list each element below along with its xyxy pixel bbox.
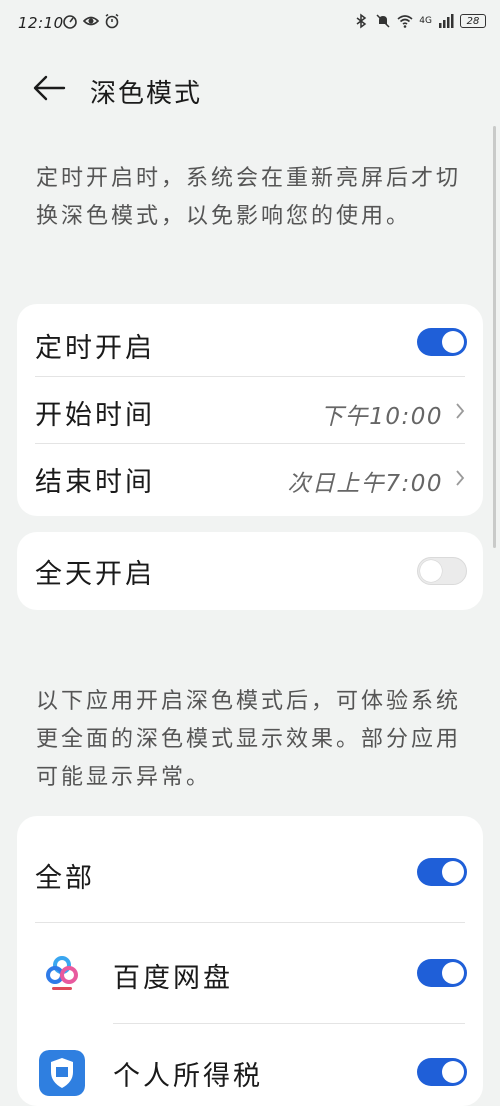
page-title: 深色模式 — [90, 79, 203, 109]
personal-tax-icon — [39, 1050, 85, 1096]
chevron-right-icon — [456, 403, 465, 419]
back-arrow-icon — [33, 75, 66, 101]
schedule-enable-toggle[interactable] — [417, 328, 467, 356]
chevron-right-icon — [456, 470, 465, 486]
network-type: 4G — [419, 15, 432, 26]
baidu-netdisk-icon — [39, 951, 85, 997]
start-time-row[interactable]: 开始时间 下午10:00 — [17, 377, 483, 443]
all-apps-label: 全部 — [35, 863, 95, 894]
allday-label: 全天开启 — [35, 559, 155, 590]
app-toggle-baidu-netdisk[interactable] — [417, 959, 467, 987]
bluetooth-icon — [356, 13, 367, 29]
allday-toggle[interactable] — [417, 557, 467, 585]
toggle-knob — [442, 331, 464, 353]
end-time-row[interactable]: 结束时间 次日上午7:00 — [17, 444, 483, 514]
scrollbar[interactable] — [493, 126, 496, 548]
end-time-value: 次日上午7:00 — [287, 471, 443, 497]
status-bar: 12:10 4G 28 — [0, 0, 500, 48]
back-button[interactable] — [30, 70, 70, 106]
schedule-card: 定时开启 开始时间 下午10:00 结束时间 次日上午7:00 — [17, 304, 483, 516]
status-time: 12:10 — [18, 14, 64, 32]
app-name: 个人所得税 — [113, 1061, 263, 1092]
status-left-icons — [62, 13, 120, 29]
apps-card: 全部 百度网盘 个人所得税 — [17, 816, 483, 1106]
schedule-enable-row[interactable]: 定时开启 — [17, 304, 483, 376]
toggle-knob — [442, 962, 464, 984]
app-row-baidu-netdisk[interactable]: 百度网盘 — [17, 923, 483, 1023]
allday-row[interactable]: 全天开启 — [17, 532, 483, 610]
title-bar: 深色模式 — [0, 56, 500, 120]
toggle-knob — [420, 560, 442, 582]
battery-indicator: 28 — [460, 14, 486, 28]
schedule-enable-label: 定时开启 — [35, 333, 155, 364]
start-time-value: 下午10:00 — [320, 404, 443, 430]
wifi-icon — [397, 15, 413, 28]
alarm-icon — [105, 13, 119, 29]
mute-bell-icon — [376, 14, 390, 28]
schedule-description: 定时开启时，系统会在重新亮屏后才切换深色模式，以免影响您的使用。 — [36, 166, 462, 229]
toggle-knob — [442, 861, 464, 883]
allday-card: 全天开启 — [17, 532, 483, 610]
apps-description: 以下应用开启深色模式后，可体验系统更全面的深色模式显示效果。部分应用可能显示异常… — [36, 689, 462, 790]
all-apps-toggle[interactable] — [417, 858, 467, 886]
start-time-label: 开始时间 — [35, 400, 155, 431]
app-row-personal-tax[interactable]: 个人所得税 — [17, 1024, 483, 1106]
status-right-icons: 4G 28 — [353, 13, 486, 29]
toggle-knob — [442, 1061, 464, 1083]
end-time-label: 结束时间 — [35, 467, 155, 498]
signal-icon — [439, 14, 454, 28]
app-toggle-personal-tax[interactable] — [417, 1058, 467, 1086]
all-apps-row[interactable]: 全部 — [17, 816, 483, 922]
eye-icon — [83, 16, 99, 26]
speedometer-icon — [63, 15, 77, 29]
app-name: 百度网盘 — [113, 963, 233, 994]
